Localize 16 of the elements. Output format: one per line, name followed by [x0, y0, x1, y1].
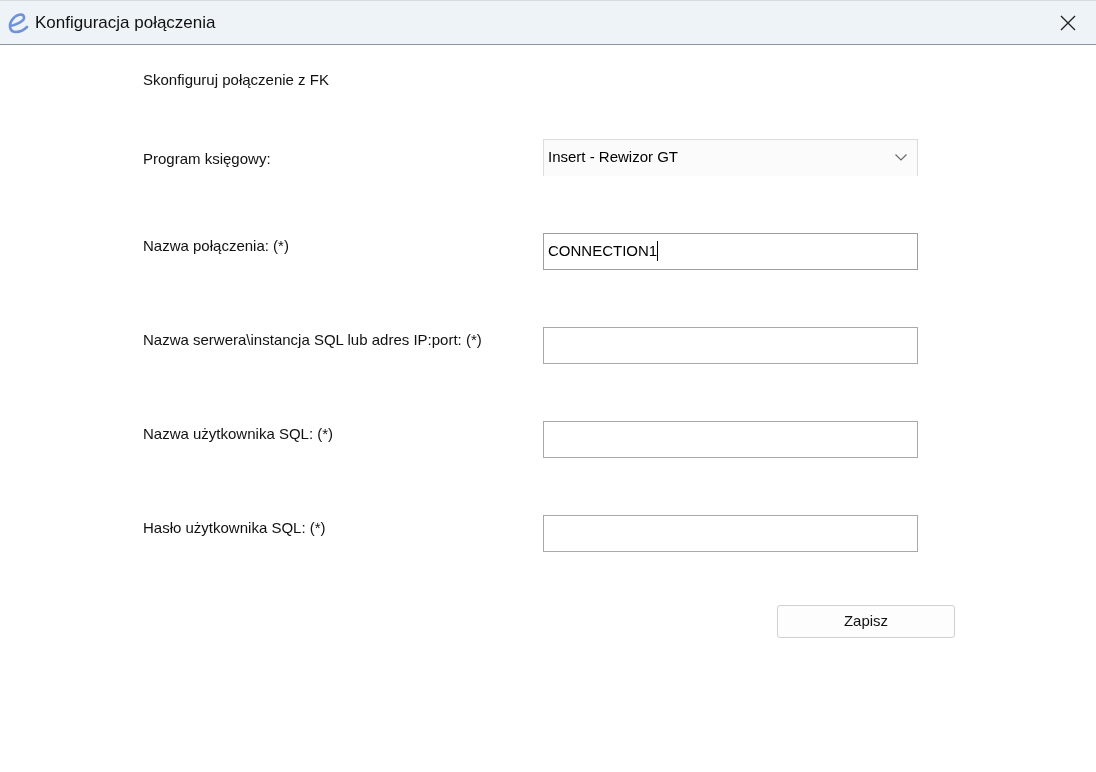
window-title: Konfiguracja połączenia	[35, 12, 216, 33]
dropdown-field[interactable]: Insert - Rewizor GT	[543, 138, 918, 176]
field-label: Hasło użytkownika SQL: (*)	[143, 517, 326, 538]
field-label: Nazwa użytkownika SQL: (*)	[143, 423, 334, 444]
input-field[interactable]	[543, 420, 918, 458]
input-field[interactable]	[543, 514, 918, 552]
chevron-down-icon	[895, 154, 907, 161]
intro-text: Skonfiguruj połączenie z FK	[143, 70, 329, 90]
field-label: Nazwa serwera\instancja SQL lub adres IP:port: (*)	[143, 329, 482, 350]
field-label: Program księgowy:	[143, 148, 271, 169]
save-button[interactable]: Zapisz	[777, 604, 955, 638]
field-label: Nazwa połączenia: (*)	[143, 235, 289, 256]
close-icon	[1060, 14, 1076, 31]
logo-icon	[6, 11, 31, 34]
input-field[interactable]	[543, 326, 918, 364]
input-field[interactable]: CONNECTION1	[543, 232, 918, 270]
